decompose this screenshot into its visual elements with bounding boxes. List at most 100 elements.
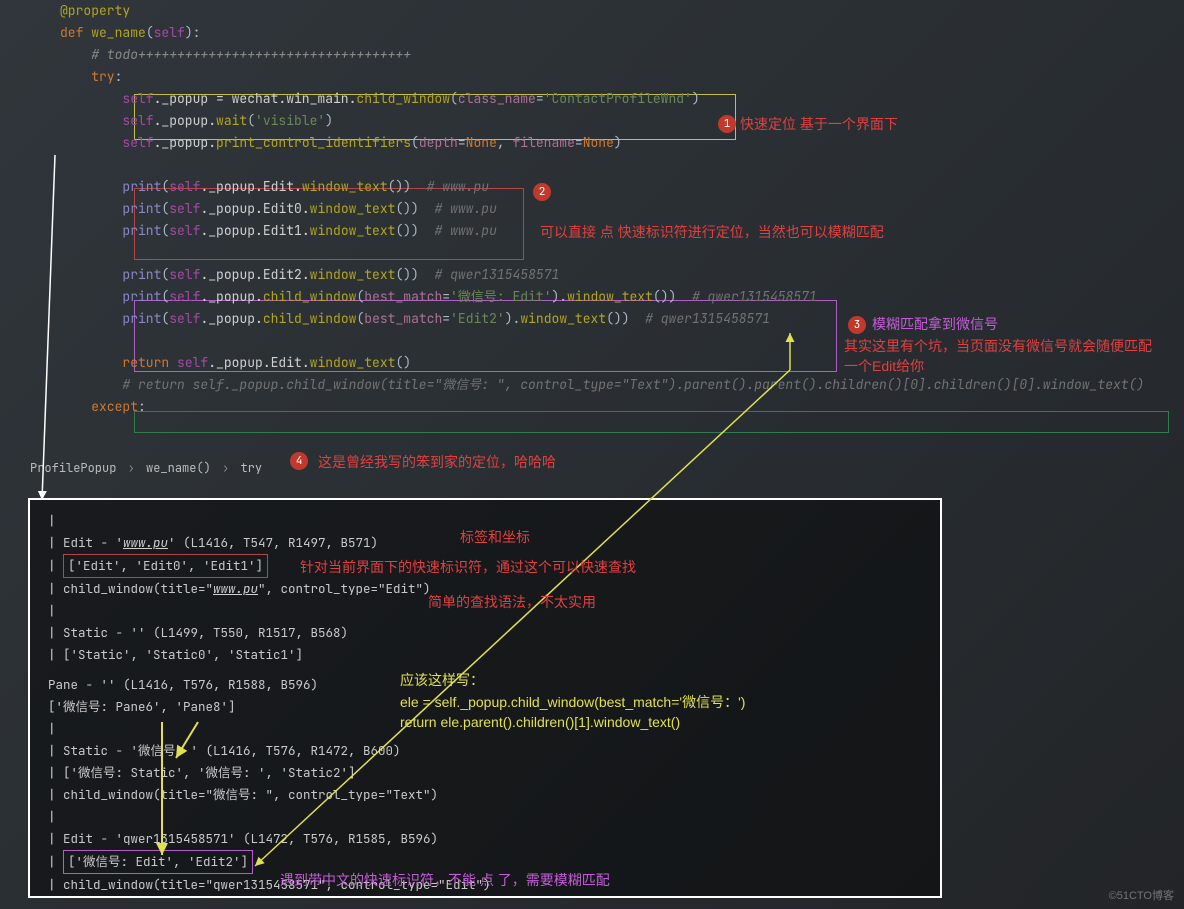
kw-return: return <box>122 354 169 371</box>
str: '微信号: Edit' <box>450 288 551 305</box>
fn: window_text <box>310 266 396 283</box>
self: self <box>169 310 200 327</box>
fn: child_window <box>263 288 357 305</box>
none: None <box>466 134 497 151</box>
paren: ) <box>325 112 333 129</box>
chevron-right-icon: › <box>222 460 229 476</box>
paren: ()) <box>395 266 418 283</box>
str: 'Edit2' <box>450 310 505 327</box>
paren: ) <box>614 134 622 151</box>
fast-idents-edit2: ['微信号: Edit', 'Edit2'] <box>63 850 253 874</box>
paren: () <box>395 354 411 371</box>
paren: ()) <box>395 222 418 239</box>
colon: ): <box>185 24 201 41</box>
fn: print_control_identifiers <box>216 134 411 151</box>
param-self: self <box>154 24 185 41</box>
out-line: | Static - '' (L1499, T550, R1517, B568) <box>48 622 922 644</box>
comment: # qwer1315458571 <box>645 310 770 327</box>
builtin: print <box>122 288 161 305</box>
fn-name: we_name <box>83 24 145 41</box>
paren: ( <box>450 90 458 107</box>
paren: ). <box>505 310 521 327</box>
annotation-3b: 其实这里有个坑，当页面没有微信号就会随便匹配一个Edit给你 <box>844 336 1164 376</box>
eq: = <box>536 90 544 107</box>
crumb-class[interactable]: ProfilePopup <box>30 460 116 476</box>
paren: ()) <box>395 200 418 217</box>
builtin: print <box>122 266 161 283</box>
kwarg: best_match <box>364 288 442 305</box>
self: self <box>169 222 200 239</box>
anno-should-1: 应该这样写： <box>400 670 484 690</box>
badge-3: 3 <box>848 316 866 334</box>
comment: # qwer1315458571 <box>692 288 817 305</box>
eq: = <box>458 134 466 151</box>
comment-old: # return self._popup.child_window(title=… <box>122 376 1144 393</box>
paren: ). <box>552 288 568 305</box>
colon: : <box>115 68 123 85</box>
assign: ._popup = wechat.win_main. <box>154 90 357 107</box>
badge-4: 4 <box>290 452 308 470</box>
out-line: | Static - '微信号: ' (L1416, T576, R1472, … <box>48 740 922 762</box>
anno-should-3: return ele.parent().children()[1].window… <box>400 714 680 730</box>
chevron-right-icon: › <box>128 460 135 476</box>
crumb-method[interactable]: we_name() <box>146 460 211 476</box>
eq: = <box>442 288 450 305</box>
attr: ._popup.Edit. <box>200 178 301 195</box>
annotation-1: 快速定位 基于一个界面下 <box>740 114 898 134</box>
decorator: @property <box>60 2 130 19</box>
attr: ._popup.Edit. <box>208 354 309 371</box>
breadcrumbs[interactable]: ProfilePopup › we_name() › try <box>30 460 262 476</box>
comment: # qwer1315458571 <box>434 266 559 283</box>
self: self <box>122 112 153 129</box>
paren: ()) <box>388 178 411 195</box>
kw-except: except <box>91 398 138 415</box>
anno-chinese-id: 遇到带中文的快速标识符，不能 点 了，需要模糊匹配 <box>280 870 610 890</box>
out-line: | ['微信号: Static', '微信号: ', 'Static2'] <box>48 762 922 784</box>
self: self <box>169 266 200 283</box>
fn: window_text <box>310 222 396 239</box>
anno-should-2: ele = self._popup.child_window(best_matc… <box>400 692 745 712</box>
kwarg: class_name <box>458 90 536 107</box>
paren: ( <box>146 24 154 41</box>
fast-idents-edit: ['Edit', 'Edit0', 'Edit1'] <box>63 554 268 578</box>
eq: = <box>442 310 450 327</box>
none: None <box>583 134 614 151</box>
kwarg: depth <box>419 134 458 151</box>
comment-todo: # todo++++++++++++++++++++++++++++++++++… <box>91 46 411 63</box>
fn: child_window <box>263 310 357 327</box>
attr: ._popup. <box>154 112 216 129</box>
str: 'ContactProfileWnd' <box>544 90 692 107</box>
eq: = <box>575 134 583 151</box>
self: self <box>169 200 200 217</box>
attr: ._popup. <box>154 134 216 151</box>
out-line: | child_window(title="微信号: ", control_ty… <box>48 784 922 806</box>
out-line: | ['Static', 'Static0', 'Static1'] <box>48 644 922 666</box>
anno-label-coords: 标签和坐标 <box>460 527 530 547</box>
fn: window_text <box>310 200 396 217</box>
builtin: print <box>122 200 161 217</box>
badge-1: 1 <box>718 115 736 133</box>
kw-try: try <box>91 68 114 85</box>
kwarg: best_match <box>364 310 442 327</box>
annotation-4: 这是曾经我写的笨到家的定位，哈哈哈 <box>318 452 556 472</box>
attr: ._popup.Edit2. <box>200 266 309 283</box>
out-line: | Edit - 'qwer1315458571' (L1472, T576, … <box>48 828 922 850</box>
paren: ()) <box>606 310 629 327</box>
self: self <box>177 354 208 371</box>
self: self <box>122 134 153 151</box>
fn: wait <box>216 112 247 129</box>
attr: ._popup. <box>200 310 262 327</box>
kw-def: def <box>60 24 83 41</box>
fn: window_text <box>567 288 653 305</box>
watermark: ©51CTO博客 <box>1109 887 1174 903</box>
attr: ._popup.Edit0. <box>200 200 309 217</box>
annotation-3a: 模糊匹配拿到微信号 <box>872 314 998 334</box>
fn: window_text <box>310 354 396 371</box>
crumb-block[interactable]: try <box>240 460 262 476</box>
str: 'visible' <box>255 112 325 129</box>
self: self <box>169 178 200 195</box>
self: self <box>122 90 153 107</box>
self: self <box>169 288 200 305</box>
fn: window_text <box>520 310 606 327</box>
paren: ) <box>692 90 700 107</box>
